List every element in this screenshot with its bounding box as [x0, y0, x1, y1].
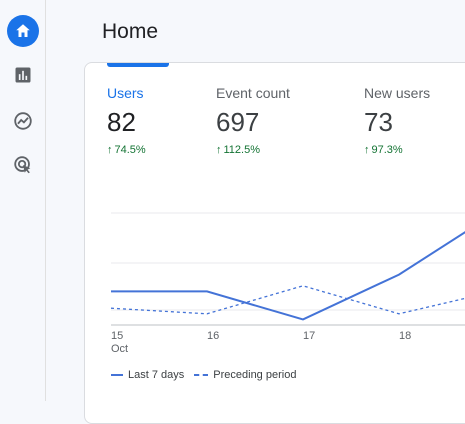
legend-item-current: Last 7 days — [111, 369, 184, 381]
overview-card: Users 82 ↑ 74.5% Event count 697 ↑ 112.5% … — [84, 62, 465, 424]
nav-item-explore[interactable] — [0, 104, 45, 138]
page-title: Home — [102, 20, 159, 43]
x-tick-sublabel: Oct — [111, 343, 128, 355]
advertising-icon — [13, 156, 30, 174]
legend-label-previous: Preceding period — [213, 369, 297, 381]
explore-icon — [13, 112, 32, 130]
legend-swatch-solid — [111, 374, 123, 376]
legend-label-current: Last 7 days — [128, 369, 185, 381]
x-tick-label: 15 — [111, 330, 123, 342]
x-tick-label: 16 — [207, 330, 219, 342]
home-icon-button[interactable] — [6, 15, 39, 47]
nav-item-reports[interactable] — [0, 58, 45, 92]
users-line-chart: 15 16 17 18 Oct — [110, 212, 465, 355]
nav-item-home[interactable] — [0, 14, 45, 48]
nav-rail — [0, 0, 46, 401]
x-tick-label: 18 — [399, 330, 411, 342]
legend-swatch-dashed — [194, 374, 209, 376]
chart-legend: Last 7 days Preceding period — [111, 369, 306, 381]
series-line-last-7-days — [111, 231, 465, 321]
x-tick-label: 17 — [303, 330, 315, 342]
home-icon — [15, 24, 30, 37]
legend-item-previous: Preceding period — [194, 369, 296, 381]
nav-item-advertising[interactable] — [0, 148, 45, 182]
bar-chart-icon — [15, 67, 30, 83]
